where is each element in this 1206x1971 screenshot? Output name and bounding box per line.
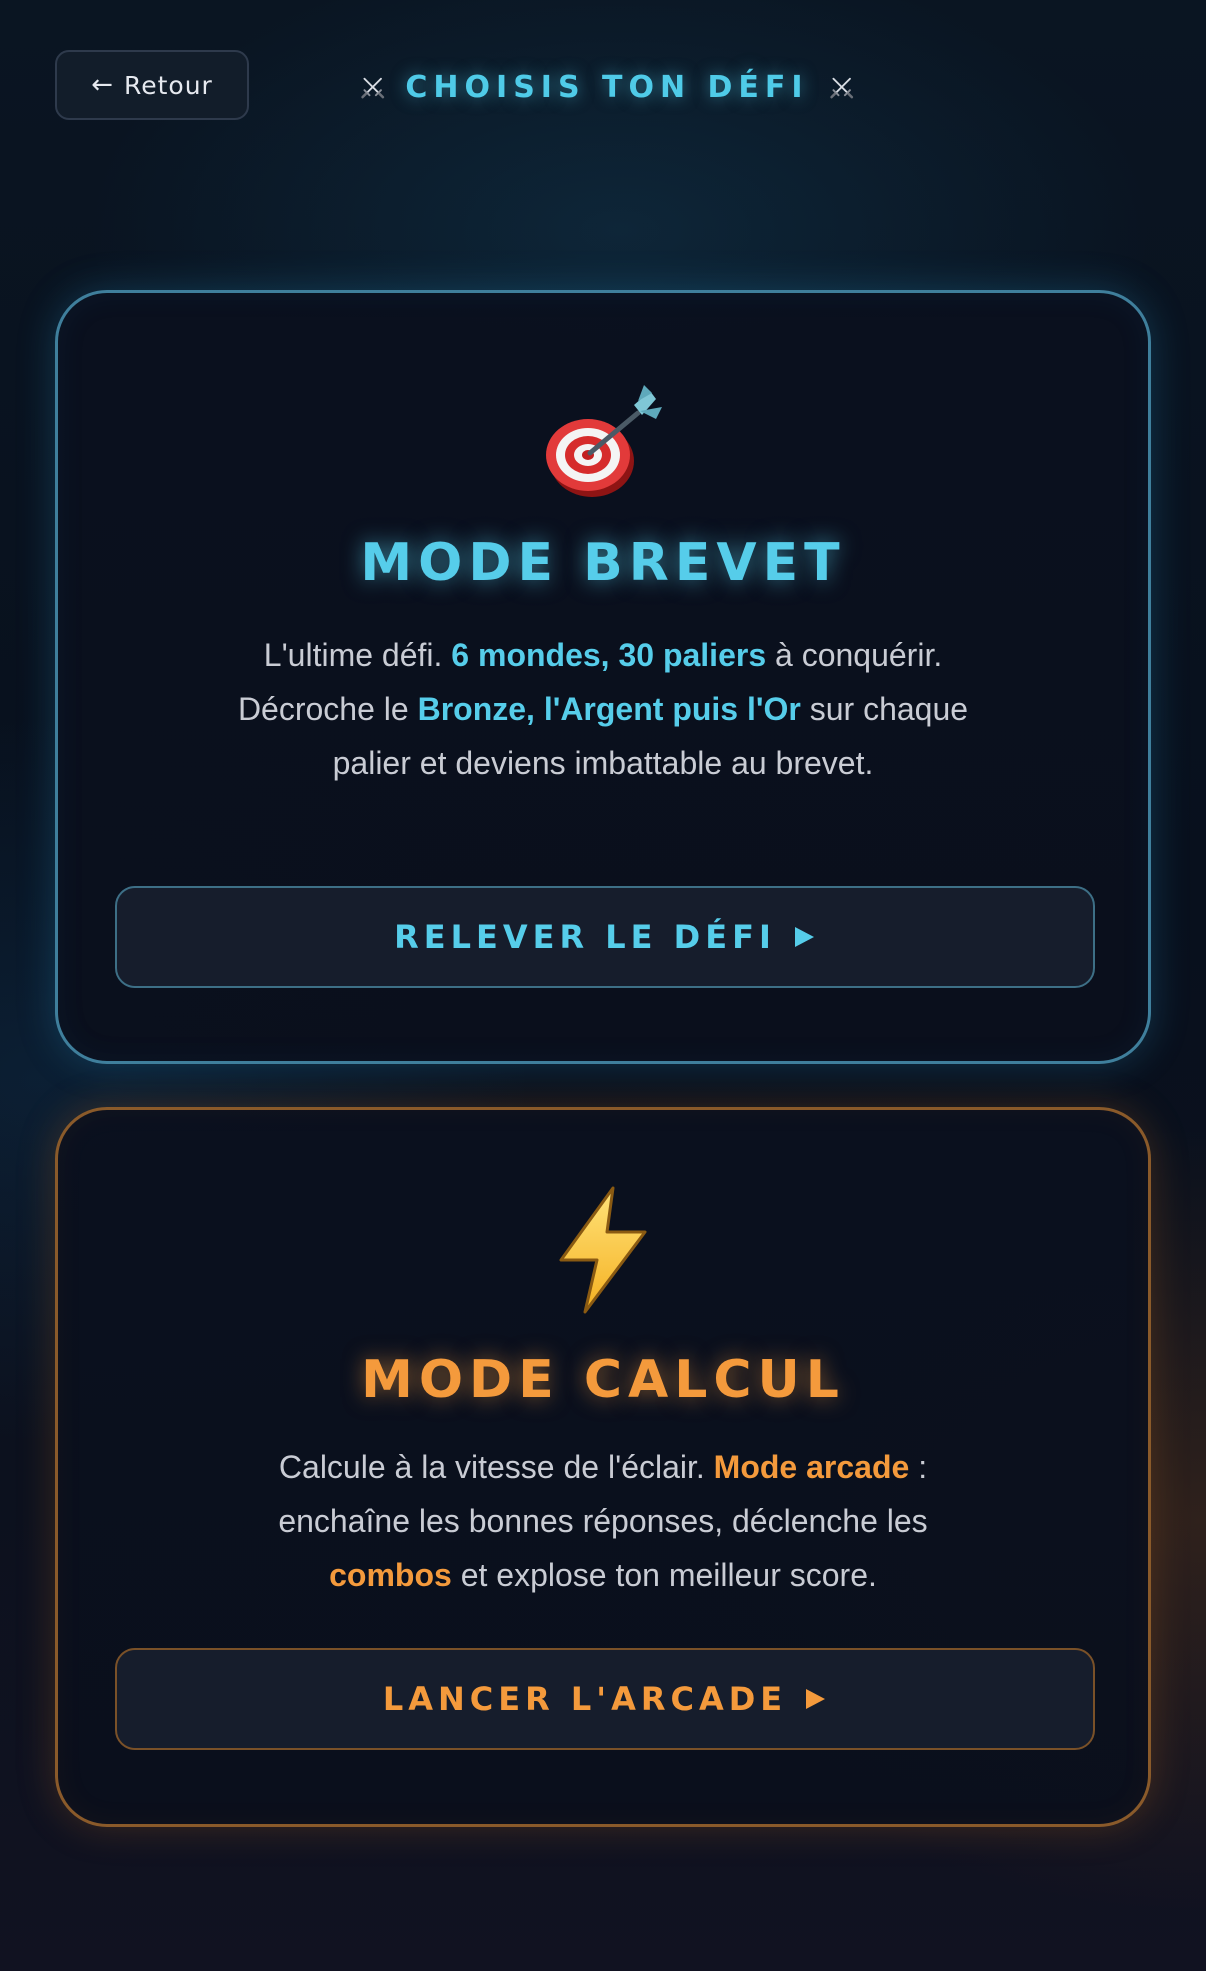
desc-text: et explose ton meilleur score. <box>452 1557 877 1593</box>
header-title: CHOISIS TON DÉFI <box>360 62 854 112</box>
desc-highlight: Bronze, l'Argent puis l'Or <box>418 691 801 727</box>
desc-text: L'ultime défi. <box>264 637 452 673</box>
mode-brevet-title: MODE BREVET <box>58 533 1148 593</box>
page-title: CHOISIS TON DÉFI <box>405 70 808 105</box>
mode-brevet-card[interactable]: MODE BREVET L'ultime défi. 6 mondes, 30 … <box>55 290 1151 1064</box>
mode-calcul-card[interactable]: MODE CALCUL Calcule à la vitesse de l'éc… <box>55 1107 1151 1827</box>
mode-brevet-description: L'ultime défi. 6 mondes, 30 paliers à co… <box>218 628 988 790</box>
arrow-left-icon: ← <box>91 72 114 98</box>
relever-le-defi-label: RELEVER LE DÉFI <box>394 918 776 956</box>
back-button-label: Retour <box>124 71 213 100</box>
lancer-l-arcade-button[interactable]: LANCER L'ARCADE <box>115 1648 1095 1750</box>
direct-hit-target-icon <box>538 385 668 501</box>
relever-le-defi-button[interactable]: RELEVER LE DÉFI <box>115 886 1095 988</box>
desc-highlight: Mode arcade <box>714 1449 910 1485</box>
back-button[interactable]: ← Retour <box>55 50 249 120</box>
lightning-bolt-icon <box>555 1186 651 1314</box>
lancer-l-arcade-label: LANCER L'ARCADE <box>383 1680 787 1718</box>
desc-highlight: 6 mondes, 30 paliers <box>451 637 766 673</box>
crossed-swords-icon <box>360 67 385 107</box>
desc-text: Calcule à la vitesse de l'éclair. <box>279 1449 714 1485</box>
mode-calcul-title: MODE CALCUL <box>58 1350 1148 1410</box>
play-triangle-icon <box>803 1687 827 1711</box>
mode-calcul-description: Calcule à la vitesse de l'éclair. Mode a… <box>218 1440 988 1602</box>
play-triangle-icon <box>792 925 816 949</box>
crossed-swords-icon <box>829 67 854 107</box>
desc-highlight: combos <box>329 1557 452 1593</box>
